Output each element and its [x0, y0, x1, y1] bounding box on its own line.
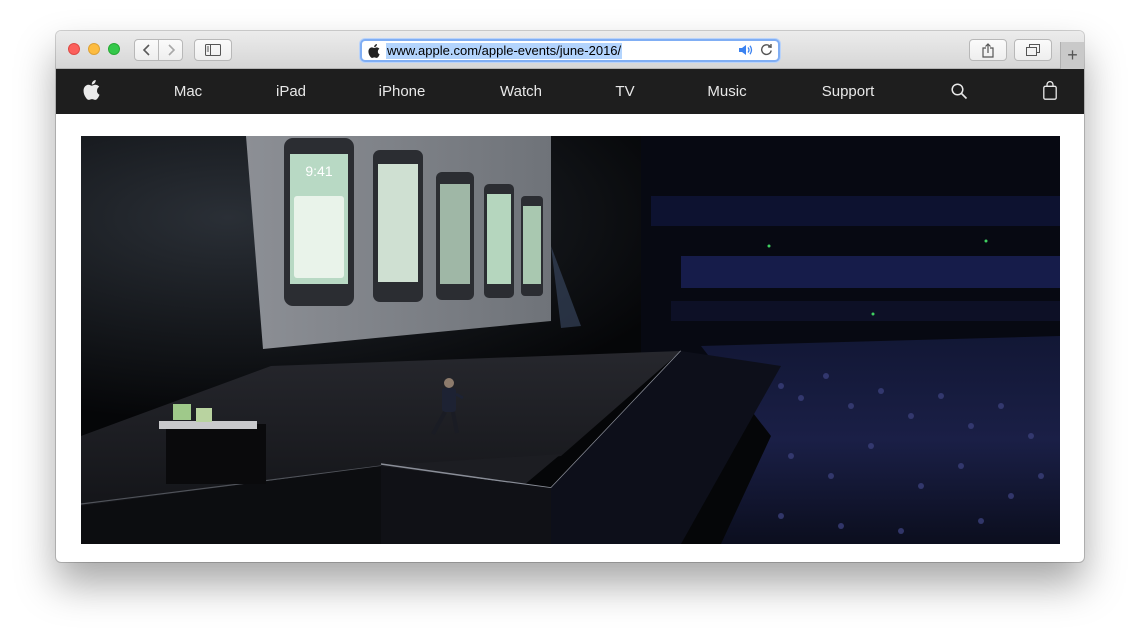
forward-button[interactable] [158, 39, 183, 61]
nav-item-iphone[interactable]: iPhone [379, 69, 426, 114]
browser-window: www.apple.com/apple-events/june-2016/ + … [56, 31, 1084, 562]
phone-clock: 9:41 [305, 163, 332, 179]
share-button[interactable] [969, 39, 1007, 61]
reload-icon[interactable] [760, 43, 773, 56]
address-bar[interactable]: www.apple.com/apple-events/june-2016/ [360, 39, 780, 62]
back-button[interactable] [134, 39, 159, 61]
search-icon[interactable] [951, 83, 968, 100]
nav-item-support[interactable]: Support [822, 69, 875, 114]
sidebar-icon [205, 44, 221, 56]
zoom-window-button[interactable] [108, 43, 120, 55]
apple-global-nav: Mac iPad iPhone Watch TV Music Support [56, 69, 1084, 114]
keynote-stage-photo: 9:41 [81, 136, 1060, 544]
event-video-still[interactable]: 9:41 [81, 136, 1060, 544]
close-window-button[interactable] [68, 43, 80, 55]
share-icon [982, 42, 994, 58]
nav-item-watch[interactable]: Watch [500, 69, 542, 114]
shopping-bag-icon[interactable] [1043, 81, 1057, 100]
sidebar-button[interactable] [194, 39, 232, 61]
minimize-window-button[interactable] [88, 43, 100, 55]
new-tab-button[interactable]: + [1060, 42, 1084, 69]
plus-icon: + [1067, 45, 1078, 65]
browser-toolbar: www.apple.com/apple-events/june-2016/ + [56, 31, 1084, 69]
chevron-right-icon [167, 44, 175, 56]
tabs-overview-button[interactable] [1014, 39, 1052, 61]
nav-item-mac[interactable]: Mac [174, 69, 202, 114]
chevron-left-icon [142, 44, 150, 56]
tabs-overview-icon [1026, 44, 1040, 56]
nav-item-tv[interactable]: TV [615, 69, 634, 114]
apple-logo-icon [368, 43, 380, 58]
nav-item-music[interactable]: Music [707, 69, 746, 114]
apple-logo-icon[interactable] [83, 80, 100, 100]
speaker-icon[interactable] [738, 44, 754, 56]
url-text[interactable]: www.apple.com/apple-events/june-2016/ [386, 42, 623, 59]
nav-item-ipad[interactable]: iPad [276, 69, 306, 114]
